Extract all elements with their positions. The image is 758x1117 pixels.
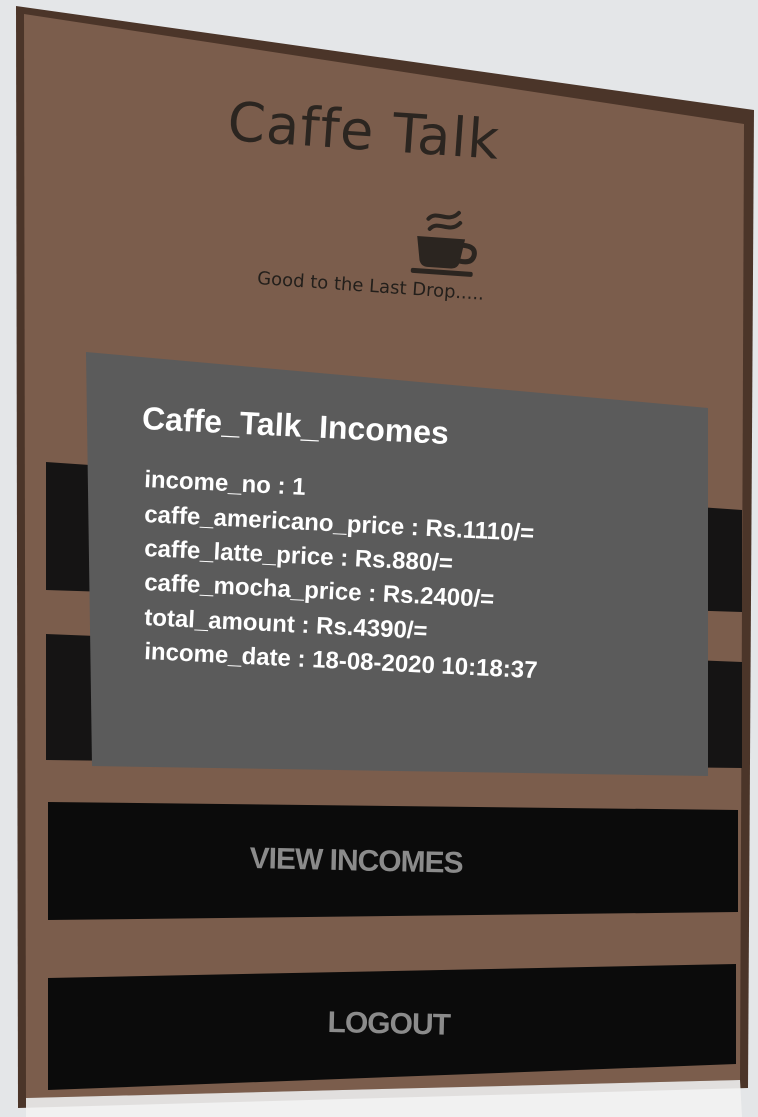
logout-label: LOGOUT: [327, 1006, 451, 1042]
view-incomes-label: VIEW INCOMES: [249, 842, 463, 880]
phone-frame: Caffe Talk Good to the Last Drop..... Ca…: [0, 0, 758, 1117]
latte-price-line: caffe_latte_price : Rs.880/=: [143, 535, 454, 578]
income-no-line: income_no : 1: [143, 466, 307, 501]
app-screen: Caffe Talk Good to the Last Drop..... Ca…: [0, 0, 758, 1117]
income-date-line: income_date : 18-08-2020 10:18:37: [143, 638, 539, 685]
total-amount-line: total_amount : Rs.4390/=: [143, 604, 429, 645]
dialog-title: Caffe_Talk_Incomes: [141, 400, 450, 451]
app-title: Caffe Talk: [225, 90, 502, 172]
americano-price-line: caffe_americano_price : Rs.1110/=: [143, 501, 535, 548]
mocha-price-line: caffe_mocha_price : Rs.2400/=: [143, 569, 495, 614]
coffee-cup-icon: [402, 197, 487, 282]
income-dialog-content: Caffe_Talk_Incomes income_no : 1 caffe_a…: [0, 0, 758, 1117]
